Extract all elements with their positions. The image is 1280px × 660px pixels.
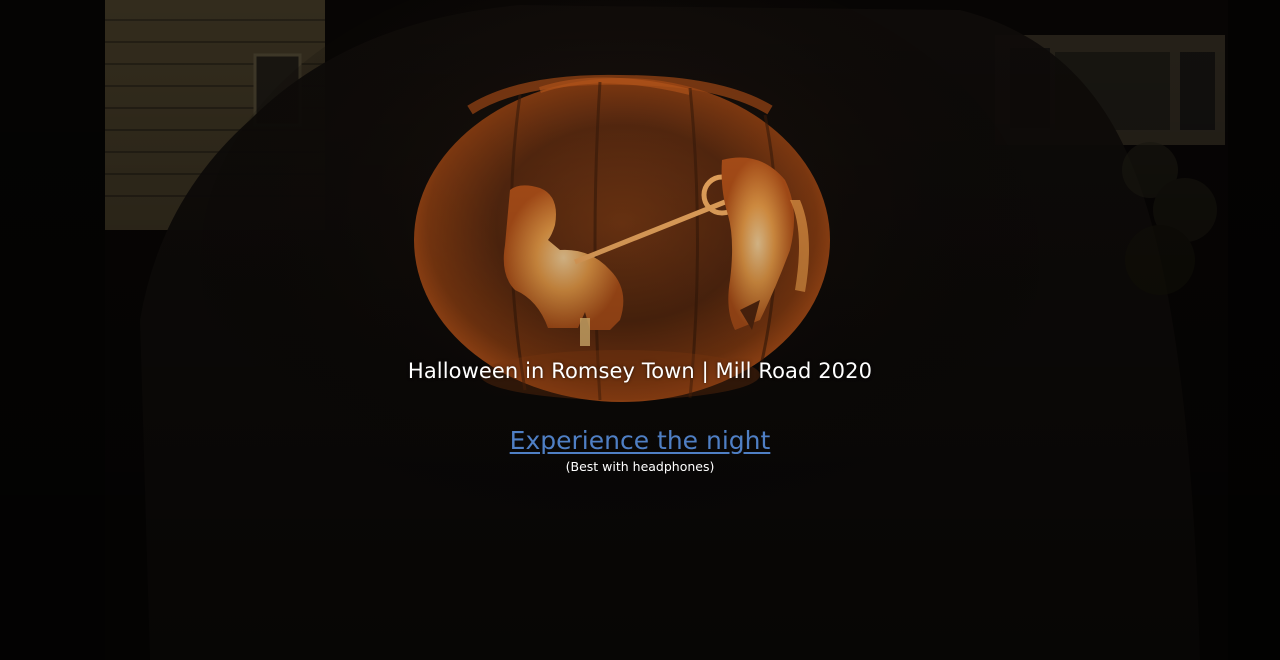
page-title: Halloween in Romsey Town | Mill Road 202… bbox=[407, 359, 873, 383]
experience-the-night-link[interactable]: Experience the night bbox=[510, 426, 771, 455]
headphones-note: (Best with headphones) bbox=[565, 459, 715, 474]
hero: Halloween in Romsey Town | Mill Road 202… bbox=[0, 0, 1280, 660]
content-overlay: Halloween in Romsey Town | Mill Road 202… bbox=[0, 0, 1280, 660]
cta-container: Experience the night bbox=[0, 424, 1280, 458]
